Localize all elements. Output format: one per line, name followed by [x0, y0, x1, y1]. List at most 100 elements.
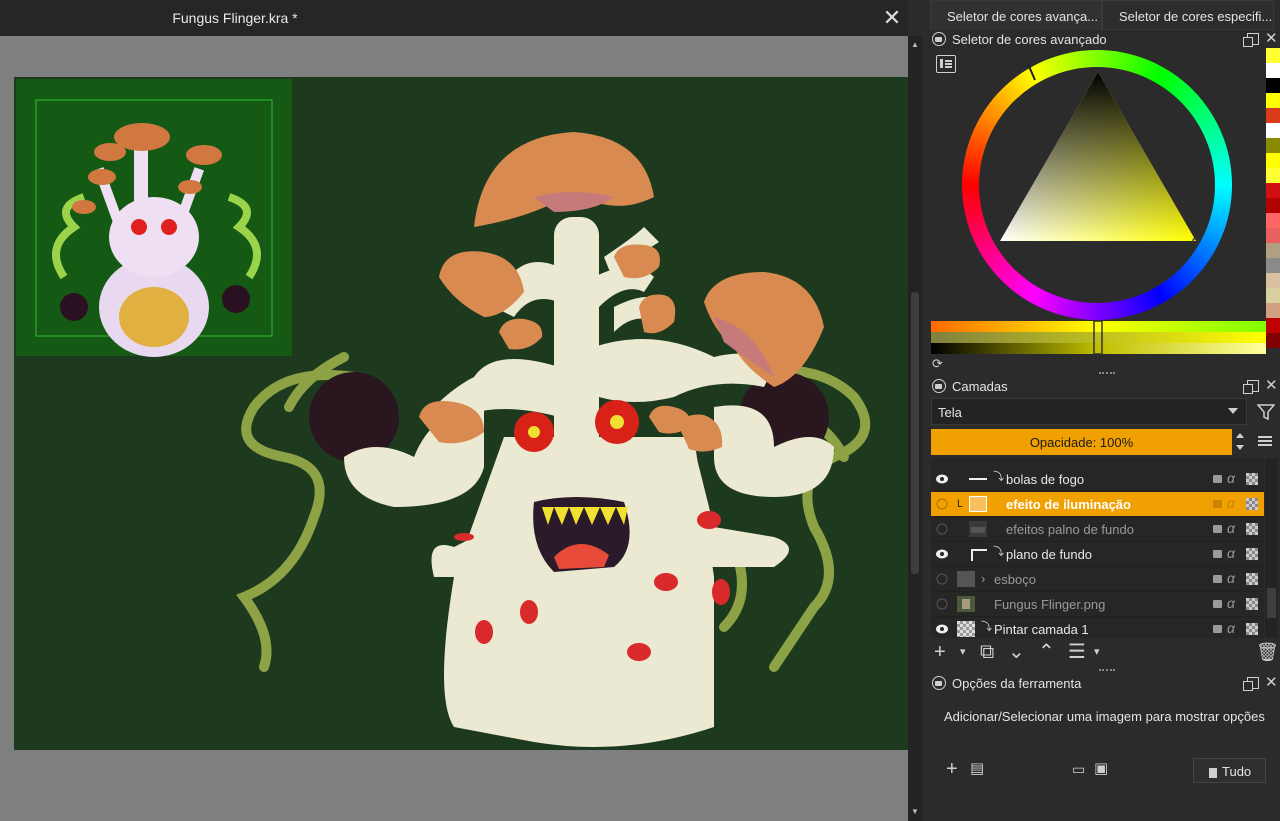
inherit-alpha-icon[interactable]: [1246, 598, 1258, 610]
lock-icon[interactable]: [1213, 575, 1222, 583]
swatch[interactable]: [1266, 303, 1280, 318]
lock-icon[interactable]: [932, 676, 946, 690]
inherit-alpha-icon[interactable]: [1246, 523, 1258, 535]
filter-icon[interactable]: [1257, 403, 1275, 421]
close-icon[interactable]: ✕: [1265, 675, 1278, 690]
swatch[interactable]: [1266, 138, 1280, 153]
layer-row[interactable]: ⤵ Pintar camada 1 α: [931, 617, 1264, 638]
color-history-swatches[interactable]: [1266, 48, 1280, 368]
swatch[interactable]: [1266, 123, 1280, 138]
inherit-alpha-icon[interactable]: [1246, 573, 1258, 585]
alpha-lock-icon[interactable]: α: [1227, 520, 1235, 536]
lock-icon[interactable]: [1213, 525, 1222, 533]
eye-hidden-icon[interactable]: [935, 598, 949, 610]
swatch[interactable]: [1266, 288, 1280, 303]
move-layer-up-button[interactable]: ⌃: [1038, 641, 1055, 663]
chevron-right-icon[interactable]: ›: [981, 571, 985, 586]
scroll-down-arrow[interactable]: ▼: [908, 805, 922, 819]
layer-row[interactable]: ⤵ bolas de fogo α: [931, 467, 1264, 492]
swatch[interactable]: [1266, 213, 1280, 228]
settings-list-icon[interactable]: [936, 55, 956, 73]
swatch[interactable]: [1266, 333, 1280, 348]
lock-icon[interactable]: [932, 32, 946, 46]
panel-resize-grip[interactable]: [1099, 669, 1115, 672]
inherit-alpha-icon[interactable]: [1246, 473, 1258, 485]
duplicate-layer-button[interactable]: ⧉: [980, 641, 994, 663]
all-button[interactable]: Tudo: [1193, 758, 1266, 783]
lock-icon[interactable]: [1213, 625, 1222, 633]
layer-list-scrollbar[interactable]: [1265, 458, 1278, 638]
swatch[interactable]: [1266, 318, 1280, 333]
swatch[interactable]: [1266, 93, 1280, 108]
lock-icon[interactable]: [932, 379, 946, 393]
swatch[interactable]: [1266, 258, 1280, 273]
swatch[interactable]: [1266, 198, 1280, 213]
canvas-viewport[interactable]: [0, 36, 908, 821]
layer-row[interactable]: efeitos palno de fundo α: [931, 517, 1264, 542]
swatch[interactable]: [1266, 273, 1280, 288]
scroll-thumb[interactable]: [911, 292, 919, 574]
scroll-up-arrow[interactable]: ▲: [908, 38, 922, 52]
eye-hidden-icon[interactable]: [935, 523, 949, 535]
chevron-down-icon[interactable]: ▾: [1094, 641, 1100, 663]
swatch[interactable]: [1266, 78, 1280, 93]
eye-hidden-icon[interactable]: [935, 498, 949, 510]
folder-icon[interactable]: ▭: [1072, 758, 1085, 780]
layer-row[interactable]: ⤵ plano de fundo α: [931, 542, 1264, 567]
alpha-lock-icon[interactable]: α: [1227, 545, 1235, 561]
swatch[interactable]: [1266, 153, 1280, 168]
layer-row[interactable]: › esboço α: [931, 567, 1264, 592]
lock-icon[interactable]: [1213, 500, 1222, 508]
float-icon[interactable]: [1243, 33, 1259, 47]
layer-row[interactable]: Fungus Flinger.png α: [931, 592, 1264, 617]
add-icon[interactable]: +: [946, 758, 958, 780]
move-layer-down-button[interactable]: ⌄: [1008, 641, 1025, 663]
close-icon[interactable]: ✕: [880, 6, 904, 30]
inherit-alpha-icon[interactable]: [1246, 498, 1258, 510]
eye-icon[interactable]: [935, 473, 949, 485]
add-layer-button[interactable]: +: [934, 641, 946, 663]
delete-layer-button[interactable]: 🗑: [1256, 641, 1279, 663]
lock-icon[interactable]: [1213, 550, 1222, 558]
close-icon[interactable]: ✕: [1265, 31, 1278, 46]
swatch[interactable]: [1266, 63, 1280, 78]
opacity-stepper[interactable]: [1233, 429, 1247, 455]
inherit-alpha-icon[interactable]: [1246, 623, 1258, 635]
eye-icon[interactable]: [935, 623, 949, 635]
layer-row-selected[interactable]: L efeito de iluminação α: [931, 492, 1264, 517]
lock-icon[interactable]: [1213, 600, 1222, 608]
refresh-icon[interactable]: ⟳: [932, 356, 943, 372]
float-icon[interactable]: [1243, 677, 1259, 691]
inherit-alpha-icon[interactable]: [1246, 548, 1258, 560]
layer-properties-button[interactable]: ☰: [1068, 641, 1086, 663]
tab-specific-color-selector[interactable]: Seletor de cores especifi...: [1102, 0, 1274, 30]
chevron-down-icon[interactable]: ▾: [960, 641, 966, 663]
color-wheel[interactable]: [962, 50, 1232, 320]
alpha-lock-icon[interactable]: α: [1227, 595, 1235, 611]
eye-icon[interactable]: [935, 548, 949, 560]
tab-advanced-color-selector[interactable]: Seletor de cores avança...: [930, 0, 1102, 30]
swatch[interactable]: [1266, 228, 1280, 243]
panel-resize-grip[interactable]: [1099, 372, 1115, 375]
save-icon[interactable]: ▣: [1094, 758, 1108, 780]
canvas-scrollbar[interactable]: ▲ ▼: [908, 36, 922, 821]
swatch[interactable]: [1266, 243, 1280, 258]
close-icon[interactable]: ✕: [1265, 378, 1278, 393]
swatch[interactable]: [1266, 108, 1280, 123]
clipboard-icon[interactable]: ▤: [970, 758, 984, 780]
artwork-canvas[interactable]: [14, 77, 908, 750]
alpha-lock-icon[interactable]: α: [1227, 495, 1235, 511]
alpha-lock-icon[interactable]: α: [1227, 470, 1235, 486]
eye-hidden-icon[interactable]: [935, 573, 949, 585]
float-icon[interactable]: [1243, 380, 1259, 394]
layer-list[interactable]: ⤵ bolas de fogo α L efeito de iluminação…: [931, 458, 1264, 638]
color-sliders[interactable]: [931, 321, 1266, 354]
hamburger-menu-icon[interactable]: [1258, 436, 1272, 438]
swatch[interactable]: [1266, 168, 1280, 183]
alpha-lock-icon[interactable]: α: [1227, 570, 1235, 586]
opacity-slider[interactable]: Opacidade: 100%: [931, 429, 1232, 455]
lock-icon[interactable]: [1213, 475, 1222, 483]
blend-mode-select[interactable]: Tela: [931, 398, 1247, 425]
swatch[interactable]: [1266, 183, 1280, 198]
swatch[interactable]: [1266, 48, 1280, 63]
